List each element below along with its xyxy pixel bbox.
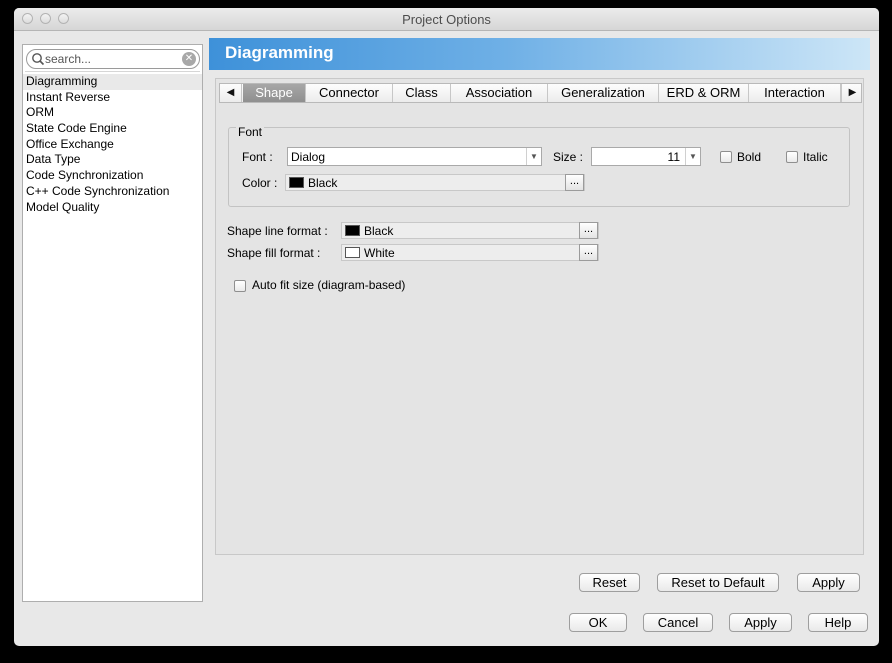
color-swatch xyxy=(289,177,304,188)
fill-color-swatch xyxy=(345,247,360,258)
font-color-field: Black ... xyxy=(285,174,585,191)
project-options-window: Project Options ✕ Diagramming Instant Re… xyxy=(14,8,879,646)
size-select-value: 11 xyxy=(667,150,680,164)
bold-label: Bold xyxy=(737,150,762,164)
font-group: Font Font : Dialog ▼ Size : 11 ▼ Bold It… xyxy=(228,125,850,207)
sidebar-item-code-synchronization[interactable]: Code Synchronization xyxy=(23,168,202,184)
shape-line-field: Black ... xyxy=(341,222,599,239)
reset-button[interactable]: Reset xyxy=(579,573,640,592)
shape-fill-more-button[interactable]: ... xyxy=(579,244,598,261)
shape-line-label: Shape line format : xyxy=(227,224,328,238)
line-color-swatch xyxy=(345,225,360,236)
chevron-down-icon: ▼ xyxy=(685,148,700,165)
size-select[interactable]: 11 ▼ xyxy=(591,147,701,166)
sidebar-item-orm[interactable]: ORM xyxy=(23,105,202,121)
font-select[interactable]: Dialog ▼ xyxy=(287,147,542,166)
font-label: Font : xyxy=(242,150,273,164)
font-color-more-button[interactable]: ... xyxy=(565,174,584,191)
auto-fit-label: Auto fit size (diagram-based) xyxy=(252,278,406,292)
chevron-down-icon: ▼ xyxy=(526,148,541,165)
sidebar-item-cpp-code-synchronization[interactable]: C++ Code Synchronization xyxy=(23,184,202,200)
tab-shape[interactable]: Shape xyxy=(243,84,306,102)
tab-class[interactable]: Class xyxy=(393,84,451,102)
search-input[interactable] xyxy=(45,51,179,67)
left-triangle-icon[interactable]: ◀ xyxy=(220,84,242,102)
sidebar-item-office-exchange[interactable]: Office Exchange xyxy=(23,137,202,153)
font-group-legend: Font xyxy=(236,125,265,139)
tab-connector[interactable]: Connector xyxy=(306,84,393,102)
title-bar: Project Options xyxy=(14,8,879,31)
sidebar-list: Diagramming Instant Reverse ORM State Co… xyxy=(23,74,202,215)
tab-association[interactable]: Association xyxy=(451,84,548,102)
cancel-button[interactable]: Cancel xyxy=(643,613,713,632)
section-header: Diagramming xyxy=(209,38,870,70)
settings-panel: ◀ Shape Connector Class Association Gene… xyxy=(215,78,864,555)
sidebar-item-diagramming[interactable]: Diagramming xyxy=(23,74,202,90)
shape-fill-field: White ... xyxy=(341,244,599,261)
auto-fit-checkbox[interactable] xyxy=(234,280,246,292)
font-select-value: Dialog xyxy=(291,150,326,164)
sidebar-item-state-code-engine[interactable]: State Code Engine xyxy=(23,121,202,137)
clear-search-icon[interactable]: ✕ xyxy=(182,52,196,66)
tab-generalization[interactable]: Generalization xyxy=(548,84,659,102)
shape-line-value: Black xyxy=(364,224,394,238)
help-button[interactable]: Help xyxy=(808,613,868,632)
reset-to-default-button[interactable]: Reset to Default xyxy=(657,573,779,592)
sidebar-divider xyxy=(25,71,200,72)
options-sidebar: ✕ Diagramming Instant Reverse ORM State … xyxy=(22,44,203,602)
search-icon xyxy=(32,53,45,66)
tab-interaction[interactable]: Interaction xyxy=(749,84,841,102)
panel-apply-button[interactable]: Apply xyxy=(797,573,860,592)
italic-label: Italic xyxy=(803,150,828,164)
sidebar-item-model-quality[interactable]: Model Quality xyxy=(23,200,202,216)
size-label: Size : xyxy=(553,150,584,164)
font-color-value: Black xyxy=(308,176,338,190)
sidebar-item-data-type[interactable]: Data Type xyxy=(23,152,202,168)
sidebar-item-instant-reverse[interactable]: Instant Reverse xyxy=(23,90,202,106)
window-title: Project Options xyxy=(402,12,491,27)
search-box[interactable]: ✕ xyxy=(26,49,200,69)
shape-line-more-button[interactable]: ... xyxy=(579,222,598,239)
italic-checkbox[interactable] xyxy=(786,151,798,163)
shape-fill-label: Shape fill format : xyxy=(227,246,321,260)
tab-erd-orm[interactable]: ERD & ORM xyxy=(659,84,749,102)
right-triangle-icon[interactable]: ▶ xyxy=(841,84,863,102)
ok-button[interactable]: OK xyxy=(569,613,627,632)
bold-checkbox[interactable] xyxy=(720,151,732,163)
tab-bar: ◀ Shape Connector Class Association Gene… xyxy=(219,83,862,103)
dialog-apply-button[interactable]: Apply xyxy=(729,613,792,632)
page-title: Diagramming xyxy=(225,43,334,62)
shape-fill-value: White xyxy=(364,246,395,260)
color-label: Color : xyxy=(242,176,278,190)
